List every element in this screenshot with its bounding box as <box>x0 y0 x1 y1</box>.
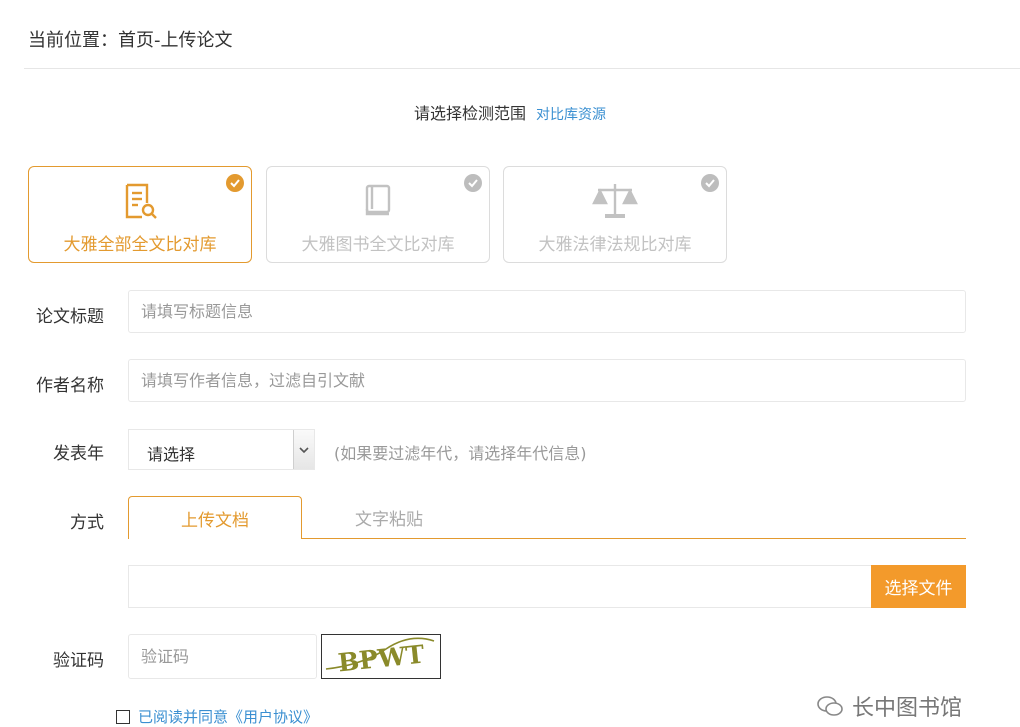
author-label: 作者名称 <box>36 376 104 396</box>
db-card-law[interactable]: 大雅法律法规比对库 <box>503 166 727 263</box>
captcha-image[interactable]: BPWT <box>321 634 441 679</box>
scales-icon <box>504 181 726 221</box>
db-card-all-fulltext[interactable]: 大雅全部全文比对库 <box>28 166 252 263</box>
document-search-icon <box>29 181 251 221</box>
title-input[interactable] <box>128 290 966 333</box>
agreement-row[interactable]: 已阅读并同意《用户协议》 <box>116 706 318 727</box>
tab-upload-document[interactable]: 上传文档 <box>128 496 302 539</box>
breadcrumb: 当前位置：首页-上传论文 <box>28 30 233 51</box>
captcha-text: BPWT <box>337 640 427 678</box>
db-card-label: 大雅图书全文比对库 <box>301 235 455 255</box>
agreement-link[interactable]: 已阅读并同意《用户协议》 <box>138 706 318 727</box>
year-select-value: 请选择 <box>147 445 196 464</box>
author-input[interactable] <box>128 359 966 402</box>
wechat-icon <box>817 696 843 716</box>
agreement-checkbox[interactable] <box>116 709 130 724</box>
watermark-text: 长中图书馆 <box>852 696 963 721</box>
year-hint: (如果要过滤年代，请选择年代信息) <box>334 444 587 463</box>
captcha-label: 验证码 <box>53 651 104 671</box>
year-label: 发表年 <box>53 444 104 464</box>
choose-file-button[interactable]: 选择文件 <box>871 565 966 608</box>
method-label: 方式 <box>70 513 104 533</box>
divider <box>24 68 1020 69</box>
scope-title: 请选择检测范围 <box>413 104 526 123</box>
compare-library-link[interactable]: 对比库资源 <box>536 107 606 123</box>
chevron-down-icon[interactable] <box>293 430 314 469</box>
tab-paste-text[interactable]: 文字粘贴 <box>302 496 476 539</box>
title-label: 论文标题 <box>36 307 104 327</box>
db-card-label: 大雅全部全文比对库 <box>63 235 217 255</box>
file-path-field[interactable] <box>128 565 872 608</box>
watermark: 长中图书馆 <box>816 690 962 722</box>
scope-header: 请选择检测范围 对比库资源 <box>0 100 1020 124</box>
book-icon <box>267 181 489 221</box>
db-card-book-fulltext[interactable]: 大雅图书全文比对库 <box>266 166 490 263</box>
captcha-input[interactable] <box>128 634 317 679</box>
year-select[interactable]: 请选择 <box>128 429 315 470</box>
db-card-label: 大雅法律法规比对库 <box>538 235 692 255</box>
